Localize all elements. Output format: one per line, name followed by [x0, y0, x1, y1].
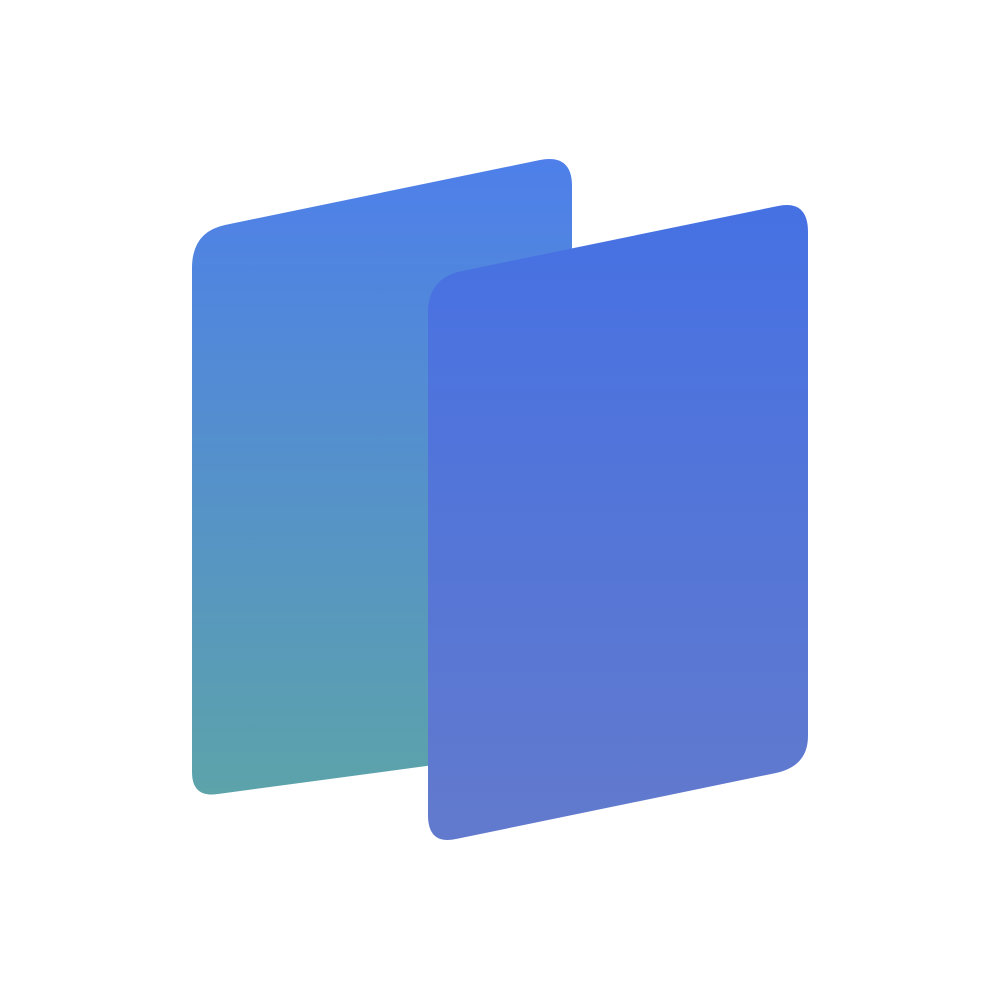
logo-canvas	[0, 0, 1000, 1000]
front-card-shape	[428, 205, 808, 841]
cards-logo-icon	[192, 159, 808, 841]
